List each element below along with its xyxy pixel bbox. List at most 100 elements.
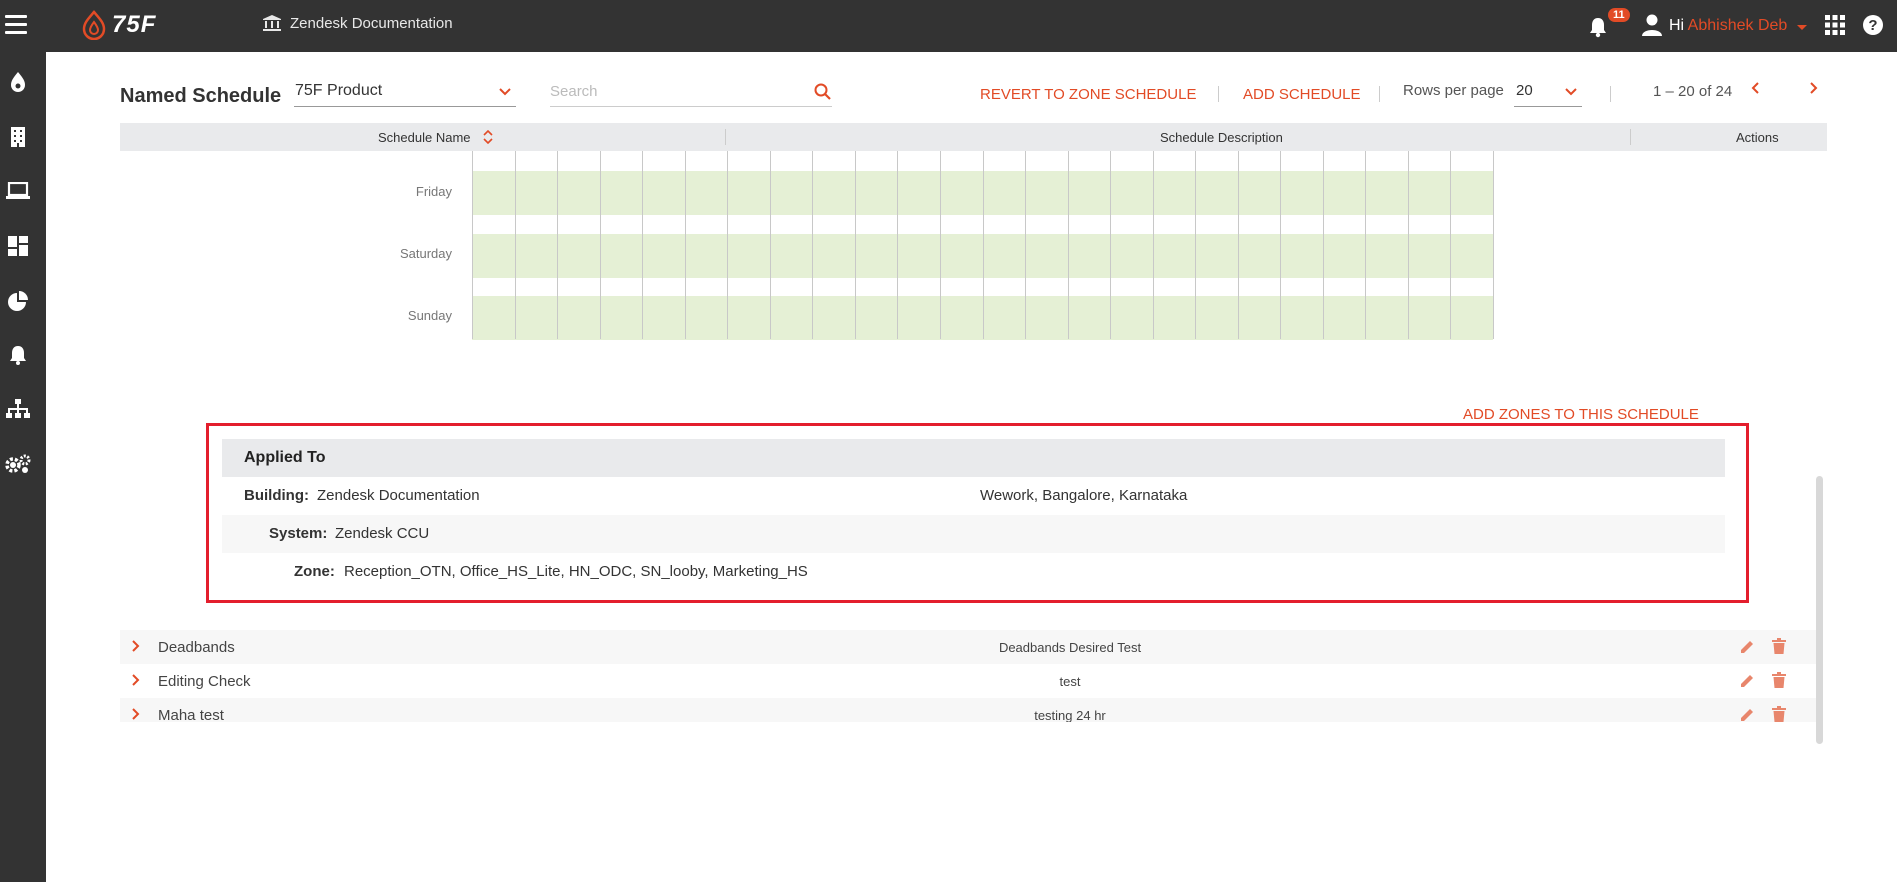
- expand-chevron-icon[interactable]: [131, 639, 141, 653]
- grid-hour-line: [1153, 151, 1154, 339]
- expand-chevron-icon[interactable]: [131, 673, 141, 687]
- applied-to-heading: Applied To: [244, 449, 326, 466]
- user-greeting[interactable]: Hi Abhishek Deb: [1669, 17, 1787, 35]
- left-navigation-rail: [0, 52, 46, 882]
- schedule-name: Deadbands: [158, 639, 235, 656]
- hamburger-menu-icon[interactable]: [5, 15, 27, 35]
- system-value: Zendesk CCU: [335, 525, 430, 542]
- column-header-schedule-name[interactable]: Schedule Name: [378, 130, 471, 145]
- schedule-name: Editing Check: [158, 673, 251, 690]
- edit-pencil-icon[interactable]: [1739, 673, 1755, 689]
- toolbar-divider: [1610, 86, 1611, 102]
- table-header: Schedule Name Schedule Description Actio…: [120, 123, 1827, 151]
- logo[interactable]: 75F: [80, 8, 156, 42]
- notification-bell-icon[interactable]: [1588, 16, 1608, 38]
- flame-nav-icon[interactable]: [5, 69, 31, 95]
- system-label: System:: [269, 525, 328, 542]
- greeting-text: Hi: [1669, 17, 1685, 34]
- help-icon[interactable]: ?: [1862, 14, 1884, 36]
- add-schedule-button[interactable]: ADD SCHEDULE: [1243, 86, 1361, 103]
- zone-label: Zone:: [294, 563, 335, 580]
- next-page-icon[interactable]: [1808, 81, 1820, 95]
- delete-trash-icon[interactable]: [1772, 672, 1786, 689]
- edit-pencil-icon[interactable]: [1739, 707, 1755, 722]
- rows-per-page-select[interactable]: 20: [1514, 79, 1582, 107]
- table-row[interactable]: Maha test testing 24 hr: [120, 698, 1816, 722]
- system-row: System: Zendesk CCU: [222, 515, 1725, 553]
- grid-hour-line: [1238, 151, 1239, 339]
- day-label-friday: Friday: [415, 184, 452, 199]
- page-title: Named Schedule: [120, 85, 282, 107]
- sort-icon[interactable]: [483, 130, 493, 144]
- revert-to-zone-schedule-button[interactable]: REVERT TO ZONE SCHEDULE: [980, 86, 1196, 103]
- apps-grid-icon[interactable]: [1825, 15, 1845, 35]
- rows-per-page-label: Rows per page: [1403, 82, 1504, 99]
- column-divider: [1630, 129, 1631, 145]
- notification-count-badge: 11: [1608, 8, 1630, 22]
- toolbar-divider: [1218, 86, 1219, 102]
- grid-hour-line: [1450, 151, 1451, 339]
- building-columns-icon: [263, 15, 281, 31]
- previous-page-icon[interactable]: [1749, 81, 1761, 95]
- user-menu-caret-icon[interactable]: [1797, 25, 1807, 30]
- weekly-schedule-grid[interactable]: [472, 151, 1494, 340]
- toolbar-divider: [1379, 86, 1380, 102]
- grid-hour-line: [515, 151, 516, 339]
- schedule-description: test: [1059, 674, 1081, 689]
- chevron-down-icon: [499, 88, 511, 96]
- settings-gears-nav-icon[interactable]: [5, 451, 31, 477]
- hierarchy-nav-icon[interactable]: [5, 396, 31, 422]
- grid-hour-line: [855, 151, 856, 339]
- schedule-list: Deadbands Deadbands Desired Test Editing…: [120, 630, 1830, 722]
- building-nav-icon[interactable]: [5, 124, 31, 150]
- top-bar: 75F Zendesk Documentation 11 Hi Abhishek…: [0, 0, 1897, 52]
- schedule-description: Deadbands Desired Test: [998, 640, 1142, 655]
- table-row[interactable]: Deadbands Deadbands Desired Test: [120, 630, 1816, 664]
- applied-to-header: Applied To: [222, 439, 1725, 477]
- table-row[interactable]: Editing Check test: [120, 664, 1816, 698]
- grid-hour-line: [727, 151, 728, 339]
- grid-hour-line: [770, 151, 771, 339]
- site-selector[interactable]: Zendesk Documentation: [262, 14, 453, 32]
- grid-hour-line: [812, 151, 813, 339]
- alerts-bell-nav-icon[interactable]: [5, 342, 31, 368]
- grid-hour-line: [685, 151, 686, 339]
- dashboard-nav-icon[interactable]: [5, 233, 31, 259]
- pagination-range: 1 – 20 of 24: [1653, 83, 1733, 100]
- search-field[interactable]: [550, 79, 832, 107]
- grid-hour-line: [642, 151, 643, 339]
- main-content: Named Schedule 75F Product REVERT TO ZON…: [46, 52, 1897, 882]
- edit-pencil-icon[interactable]: [1739, 639, 1755, 655]
- product-select[interactable]: 75F Product: [294, 79, 516, 107]
- expand-chevron-icon[interactable]: [131, 707, 141, 721]
- column-header-schedule-description: Schedule Description: [1160, 130, 1283, 145]
- product-select-value: 75F Product: [295, 82, 383, 99]
- grid-hour-line: [472, 151, 473, 339]
- day-label-sunday: Sunday: [407, 308, 452, 323]
- grid-hour-line: [1110, 151, 1111, 339]
- grid-hour-line: [1068, 151, 1069, 339]
- search-input[interactable]: [550, 79, 790, 100]
- laptop-nav-icon[interactable]: [5, 178, 31, 204]
- delete-trash-icon[interactable]: [1772, 706, 1786, 722]
- grid-hour-line: [983, 151, 984, 339]
- zone-value: Reception_OTN, Office_HS_Lite, HN_ODC, S…: [344, 563, 808, 580]
- user-avatar-icon[interactable]: [1641, 13, 1663, 37]
- chevron-down-icon: [1565, 88, 1577, 96]
- grid-hour-line: [557, 151, 558, 339]
- search-icon[interactable]: [814, 83, 832, 101]
- grid-hour-line: [600, 151, 601, 339]
- pie-chart-nav-icon[interactable]: [5, 288, 31, 314]
- user-name: Abhishek Deb: [1687, 17, 1788, 34]
- schedule-name: Maha test: [158, 707, 224, 722]
- logo-text: 75F: [112, 11, 157, 38]
- delete-trash-icon[interactable]: [1772, 638, 1786, 655]
- add-zones-to-schedule-button[interactable]: ADD ZONES TO THIS SCHEDULE: [1463, 406, 1699, 423]
- grid-hour-line: [897, 151, 898, 339]
- grid-hour-line: [1493, 151, 1494, 339]
- scrollbar-thumb[interactable]: [1816, 476, 1823, 744]
- grid-hour-line: [1025, 151, 1026, 339]
- building-row: Building: Zendesk Documentation Wework, …: [222, 477, 1725, 515]
- column-divider: [725, 129, 726, 145]
- flame-logo-icon: [82, 10, 106, 40]
